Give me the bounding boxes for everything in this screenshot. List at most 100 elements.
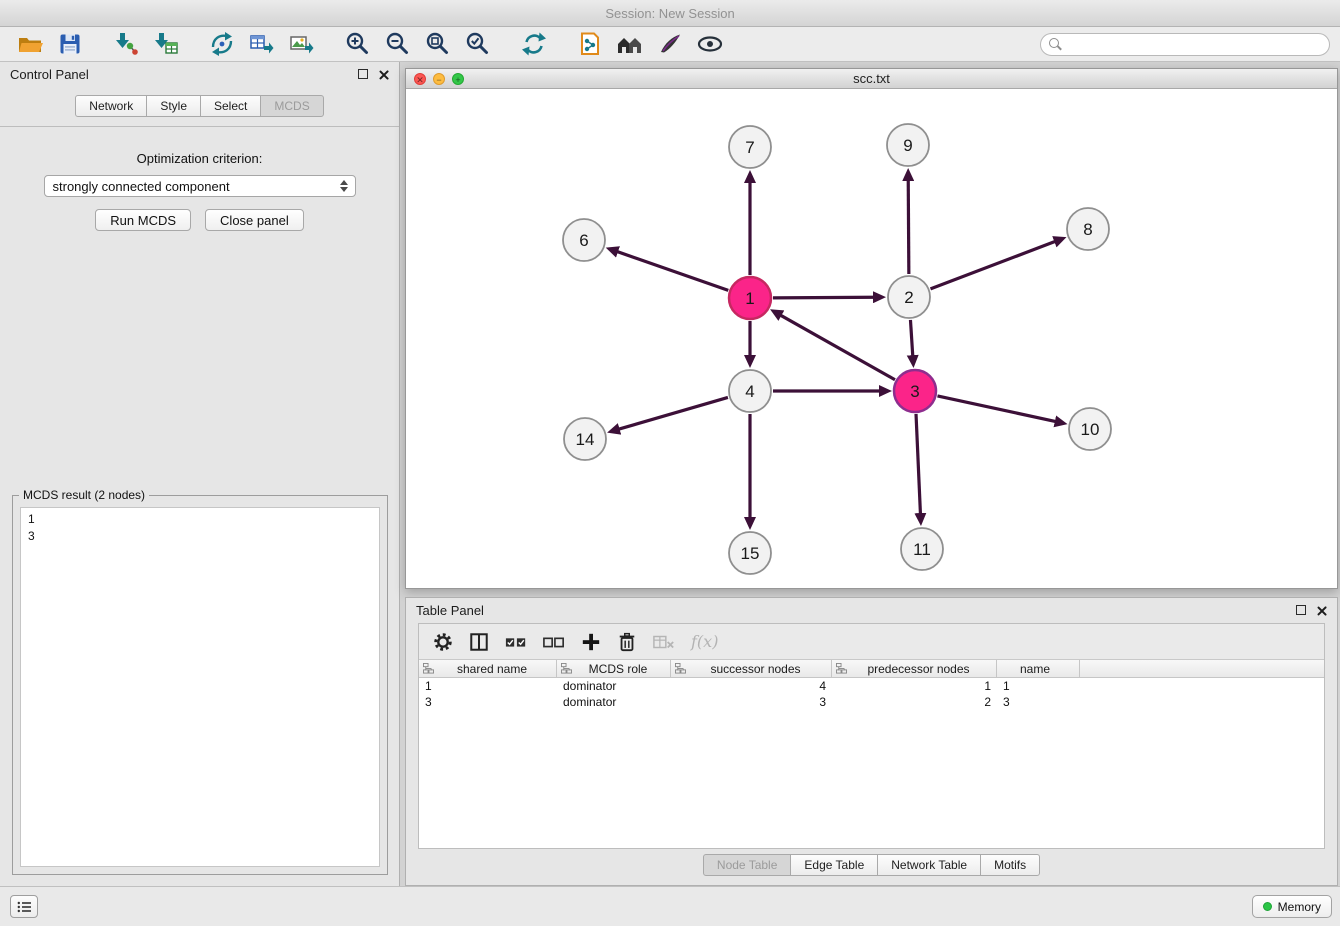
graph-node-2[interactable]: 2 bbox=[888, 276, 930, 318]
svg-text:7: 7 bbox=[745, 138, 754, 157]
cell-predecessor-nodes[interactable]: 2 bbox=[832, 694, 997, 710]
deselect-all-button[interactable] bbox=[543, 633, 565, 651]
table-row[interactable]: 3 dominator 3 2 3 bbox=[419, 694, 1324, 710]
graph-edge-2-8[interactable] bbox=[931, 241, 1056, 288]
tab-network-table[interactable]: Network Table bbox=[877, 854, 981, 876]
graph-node-15[interactable]: 15 bbox=[729, 532, 771, 574]
cell-name[interactable]: 3 bbox=[997, 694, 1080, 710]
tab-network[interactable]: Network bbox=[75, 95, 147, 117]
import-network-button[interactable] bbox=[106, 29, 146, 59]
table-row[interactable]: 1 dominator 4 1 1 bbox=[419, 678, 1324, 694]
attribute-icon bbox=[675, 663, 686, 674]
node-table-container: f(x) shared name MCDS role successor nod… bbox=[418, 623, 1325, 849]
cell-name[interactable]: 1 bbox=[997, 678, 1080, 694]
new-network-button[interactable] bbox=[202, 29, 242, 59]
search-input[interactable] bbox=[1068, 37, 1321, 51]
toolbar-separator bbox=[322, 44, 338, 45]
graph-edge-4-14[interactable] bbox=[619, 397, 728, 429]
cell-predecessor-nodes[interactable]: 1 bbox=[832, 678, 997, 694]
graph-edge-2-3[interactable] bbox=[910, 320, 912, 356]
toggle-view-button[interactable] bbox=[690, 29, 730, 59]
select-all-button[interactable] bbox=[505, 633, 527, 651]
delete-table-button[interactable] bbox=[653, 633, 675, 651]
apply-style-button[interactable] bbox=[650, 29, 690, 59]
graph-node-7[interactable]: 7 bbox=[729, 126, 771, 168]
column-header-shared-name[interactable]: shared name bbox=[419, 660, 557, 677]
export-table-button[interactable] bbox=[242, 29, 282, 59]
graph-node-11[interactable]: 11 bbox=[901, 528, 943, 570]
zoom-selected-button[interactable] bbox=[458, 29, 498, 59]
graph-node-1[interactable]: 1 bbox=[729, 277, 771, 319]
graph-node-3[interactable]: 3 bbox=[894, 370, 936, 412]
graph-node-6[interactable]: 6 bbox=[563, 219, 605, 261]
svg-text:8: 8 bbox=[1083, 220, 1092, 239]
graph-edge-1-6[interactable] bbox=[617, 252, 728, 291]
column-header-mcds-role[interactable]: MCDS role bbox=[557, 660, 671, 677]
add-column-button[interactable] bbox=[581, 632, 601, 652]
tab-motifs[interactable]: Motifs bbox=[980, 854, 1040, 876]
cell-successor-nodes[interactable]: 4 bbox=[671, 678, 832, 694]
graph-node-14[interactable]: 14 bbox=[564, 418, 606, 460]
graph-node-4[interactable]: 4 bbox=[729, 370, 771, 412]
graph-edge-3-10[interactable] bbox=[937, 396, 1055, 422]
graph-edge-2-9[interactable] bbox=[908, 180, 909, 274]
task-history-button[interactable] bbox=[10, 895, 38, 918]
window-zoom-icon[interactable] bbox=[452, 73, 464, 85]
control-panel-header: Control Panel bbox=[0, 62, 399, 86]
float-panel-icon[interactable] bbox=[1296, 605, 1306, 615]
zoom-in-button[interactable] bbox=[338, 29, 378, 59]
zoom-fit-button[interactable] bbox=[418, 29, 458, 59]
mcds-result-list[interactable]: 1 3 bbox=[20, 507, 380, 867]
svg-text:4: 4 bbox=[745, 382, 754, 401]
function-builder-button[interactable]: f(x) bbox=[691, 632, 718, 651]
close-panel-icon[interactable] bbox=[378, 69, 389, 80]
graph-node-9[interactable]: 9 bbox=[887, 124, 929, 166]
tab-edge-table[interactable]: Edge Table bbox=[790, 854, 878, 876]
cell-shared-name[interactable]: 3 bbox=[419, 694, 557, 710]
window-minimize-icon[interactable] bbox=[433, 73, 445, 85]
delete-column-button[interactable] bbox=[617, 632, 637, 652]
first-neighbors-button[interactable] bbox=[570, 29, 610, 59]
table-settings-button[interactable] bbox=[433, 632, 453, 652]
column-header-predecessor-nodes[interactable]: predecessor nodes bbox=[832, 660, 997, 677]
graph-edge-1-2[interactable] bbox=[773, 297, 874, 298]
run-mcds-button[interactable]: Run MCDS bbox=[95, 209, 191, 231]
graph-edge-3-11[interactable] bbox=[916, 414, 920, 514]
cell-successor-nodes[interactable]: 3 bbox=[671, 694, 832, 710]
window-close-icon[interactable] bbox=[414, 73, 426, 85]
memory-button[interactable]: Memory bbox=[1252, 895, 1332, 918]
close-panel-button[interactable]: Close panel bbox=[205, 209, 304, 231]
tab-select[interactable]: Select bbox=[200, 95, 261, 117]
search-box[interactable] bbox=[1040, 33, 1330, 56]
import-table-button[interactable] bbox=[146, 29, 186, 59]
brush-icon bbox=[657, 31, 683, 57]
column-header-name[interactable]: name bbox=[997, 660, 1080, 677]
split-columns-button[interactable] bbox=[469, 632, 489, 652]
cell-shared-name[interactable]: 1 bbox=[419, 678, 557, 694]
close-panel-icon[interactable] bbox=[1316, 605, 1327, 616]
toolbar-separator bbox=[554, 44, 570, 45]
table-header-row: shared name MCDS role successor nodes pr… bbox=[419, 660, 1324, 678]
graphics-details-button[interactable] bbox=[610, 29, 650, 59]
open-file-button[interactable] bbox=[10, 29, 50, 59]
export-image-button[interactable] bbox=[282, 29, 322, 59]
save-session-button[interactable] bbox=[50, 29, 90, 59]
houses-icon bbox=[616, 32, 644, 56]
graph-node-8[interactable]: 8 bbox=[1067, 208, 1109, 250]
tab-mcds[interactable]: MCDS bbox=[260, 95, 323, 117]
tab-style[interactable]: Style bbox=[146, 95, 201, 117]
network-window-titlebar[interactable]: scc.txt bbox=[406, 69, 1337, 89]
graph-edge-3-1[interactable] bbox=[780, 315, 894, 380]
column-header-successor-nodes[interactable]: successor nodes bbox=[671, 660, 832, 677]
cell-mcds-role[interactable]: dominator bbox=[557, 678, 671, 694]
float-panel-icon[interactable] bbox=[358, 69, 368, 79]
svg-text:15: 15 bbox=[741, 544, 760, 563]
tab-node-table[interactable]: Node Table bbox=[703, 854, 792, 876]
cell-mcds-role[interactable]: dominator bbox=[557, 694, 671, 710]
svg-text:3: 3 bbox=[910, 382, 919, 401]
optimization-criterion-select[interactable]: strongly connected component bbox=[44, 175, 356, 197]
zoom-out-button[interactable] bbox=[378, 29, 418, 59]
refresh-button[interactable] bbox=[514, 29, 554, 59]
graph-node-10[interactable]: 10 bbox=[1069, 408, 1111, 450]
network-canvas-svg[interactable]: 7 9 6 8 1 2 4 3 14 10 15 11 bbox=[406, 89, 1337, 588]
